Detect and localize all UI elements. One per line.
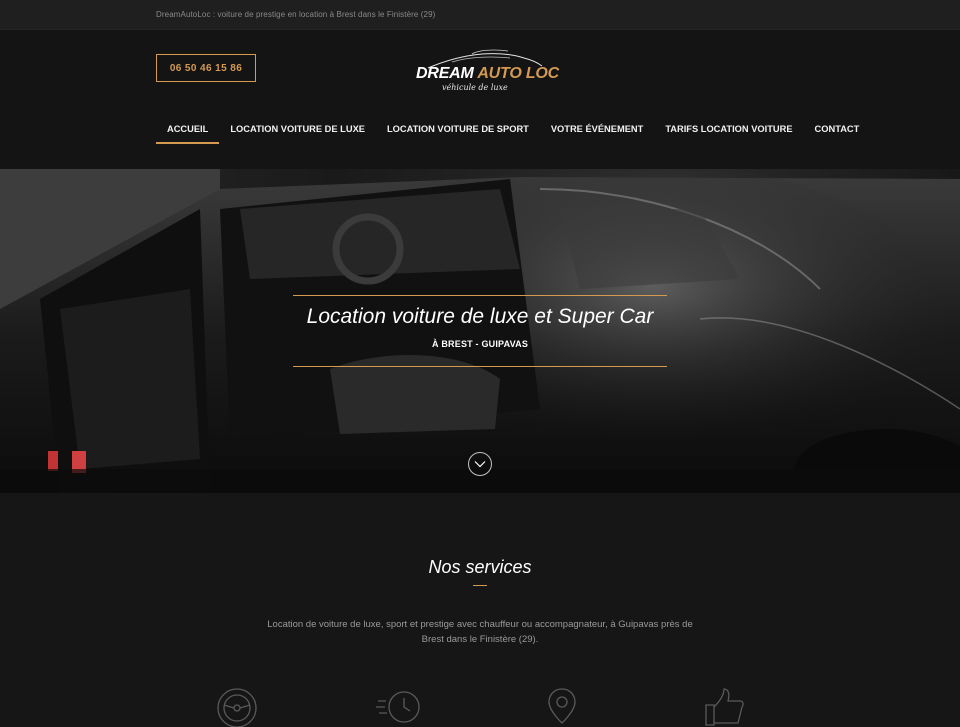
hero-caption: Location voiture de luxe et Super Car À … (293, 295, 667, 368)
hero-banner: Location voiture de luxe et Super Car À … (0, 169, 960, 493)
hero-title: Location voiture de luxe et Super Car (306, 305, 654, 328)
scroll-down-button[interactable] (468, 452, 492, 476)
header: 06 50 46 15 86 DREAM AUTO LOC véhicule d… (0, 30, 960, 169)
nav-item-location-voiture-de-sport[interactable]: LOCATION VOITURE DE SPORT (376, 114, 540, 144)
services-description: Location de voiture de luxe, sport et pr… (267, 619, 693, 645)
nav-item-contact[interactable]: CONTACT (804, 114, 871, 144)
top-bar: DreamAutoLoc : voiture de prestige en lo… (0, 0, 960, 30)
nav-item-accueil[interactable]: ACCUEIL (156, 114, 220, 144)
services-icons (0, 687, 960, 727)
clock-icon (376, 691, 420, 723)
hero-top-divider (293, 295, 667, 296)
nav-item-votre-evenement[interactable]: VOTRE ÉVÉNEMENT (540, 114, 654, 144)
thumbs-up-icon (705, 688, 744, 726)
hero-bottom-divider (293, 366, 667, 367)
chevron-down-icon (474, 461, 486, 468)
services-title: Nos services (428, 557, 532, 577)
location-pin-icon (548, 688, 576, 724)
services-section: Nos services Location de voiture de luxe… (0, 493, 960, 727)
logo-tagline: véhicule de luxe (442, 83, 508, 92)
main-nav: ACCUEIL LOCATION VOITURE DE LUXE LOCATIO… (156, 114, 870, 144)
logo[interactable]: DREAM AUTO LOC véhicule de luxe (412, 48, 559, 96)
logo-text: DREAM AUTO LOC (416, 65, 559, 82)
site-tagline: DreamAutoLoc : voiture de prestige en lo… (156, 10, 436, 19)
steering-wheel-icon (217, 688, 257, 727)
nav-item-location-voiture-de-luxe[interactable]: LOCATION VOITURE DE LUXE (219, 114, 376, 144)
phone-button[interactable]: 06 50 46 15 86 (156, 54, 256, 82)
nav-item-tarifs-location-voiture[interactable]: TARIFS LOCATION VOITURE (654, 114, 803, 144)
hero-subtitle: À BREST - GUIPAVAS (431, 339, 529, 349)
services-title-divider (473, 585, 487, 586)
